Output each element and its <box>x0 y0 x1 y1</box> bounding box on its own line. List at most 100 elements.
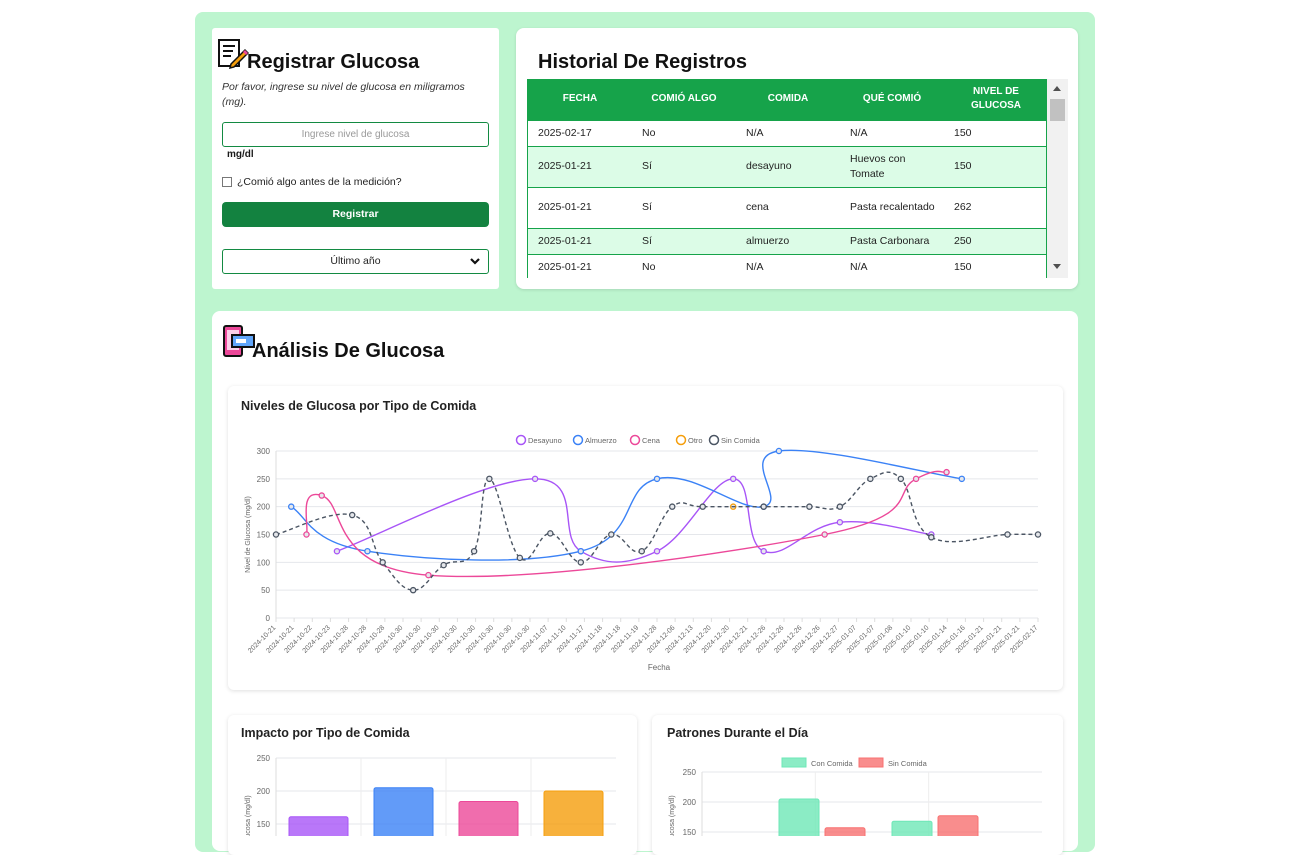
scroll-up-icon[interactable] <box>1053 86 1061 91</box>
data-point <box>303 531 310 538</box>
legend-marker <box>629 434 641 446</box>
y-tick-label: 150 <box>683 828 697 836</box>
table-row: 2025-01-21 Sí cena Pasta recalentado 262 <box>528 186 1046 228</box>
history-scrollbar[interactable] <box>1047 79 1068 278</box>
legend-marker <box>675 434 687 446</box>
data-point <box>638 547 646 555</box>
table-row: 2025-01-21 Sí almuerzo Pasta Carbonara 250 <box>528 227 1046 254</box>
table-cell: N/A <box>736 119 840 146</box>
col-header-fecha: FECHA <box>528 79 632 120</box>
series-line-almuerzo <box>290 449 962 561</box>
table-cell: Sí <box>632 186 736 228</box>
legend-label: Desayuno <box>528 436 562 445</box>
table-cell: 262 <box>944 186 1046 228</box>
col-header-nivel: NIVEL DE GLUCOSA <box>944 79 1046 120</box>
patterns-chart-title: Patrones Durante el Día <box>667 726 809 740</box>
table-cell: Sí <box>632 145 736 187</box>
legend-label: Sin Comida <box>888 759 928 768</box>
data-point <box>653 475 661 483</box>
data-point <box>821 531 828 538</box>
y-tick-label: 250 <box>257 754 271 763</box>
data-point <box>348 511 356 519</box>
data-point <box>806 503 813 510</box>
table-cell: No <box>632 253 736 278</box>
data-point <box>272 531 280 538</box>
data-point <box>912 475 920 483</box>
y-tick-label: 250 <box>683 768 697 777</box>
y-tick-label: 150 <box>257 820 271 829</box>
bar-almuerzo <box>373 787 434 836</box>
register-title: Registrar Glucosa <box>247 51 420 73</box>
legend-marker <box>572 434 584 446</box>
range-select[interactable]: Último año <box>222 249 489 274</box>
history-table-wrap[interactable]: FECHA COMIÓ ALGO COMIDA QUÉ COMIÓ NIVEL … <box>527 79 1047 278</box>
data-point <box>867 475 874 483</box>
series-line-sin-comida <box>275 471 1039 591</box>
table-cell: N/A <box>736 253 840 278</box>
bar-otro <box>543 790 604 836</box>
scroll-thumb[interactable] <box>1050 99 1065 121</box>
legend-label: Sin Comida <box>721 436 761 445</box>
glucose-input[interactable]: Ingrese nivel de glucosa <box>222 122 489 147</box>
unit-label: mg/dl <box>227 149 254 160</box>
y-tick-label: 300 <box>257 447 271 456</box>
col-header-comio: COMIÓ ALGO <box>632 79 736 120</box>
table-cell: Sí <box>632 227 736 254</box>
impact-chart-title: Impacto por Tipo de Comida <box>241 726 410 740</box>
table-row: 2025-01-21 No N/A N/A 150 <box>528 253 1046 278</box>
y-tick-label: 200 <box>257 787 271 796</box>
y-tick-label: 0 <box>266 614 271 623</box>
data-point <box>729 475 737 483</box>
data-point <box>897 475 905 483</box>
register-subtitle: Por favor, ingrese su nivel de glucosa e… <box>222 81 465 108</box>
table-cell: 150 <box>944 253 1046 278</box>
table-cell: 2025-01-21 <box>528 227 632 254</box>
table-cell: No <box>632 119 736 146</box>
range-select-value: Último año <box>330 255 381 267</box>
bar-desayuno <box>288 816 349 836</box>
history-table: FECHA COMIÓ ALGO COMIDA QUÉ COMIÓ NIVEL … <box>528 79 1046 278</box>
table-cell: desayuno <box>736 145 840 187</box>
table-cell: N/A <box>840 253 944 278</box>
table-cell: 150 <box>944 145 1046 187</box>
data-point <box>333 547 341 555</box>
data-point <box>364 547 371 555</box>
memo-pencil-icon <box>217 38 250 75</box>
bar-con-comida <box>891 820 933 836</box>
table-cell: 150 <box>944 119 1046 146</box>
ate-checkbox-row[interactable]: ¿Comió algo antes de la medición? <box>222 176 402 188</box>
data-point <box>531 475 539 483</box>
data-point <box>379 559 386 566</box>
y-tick-label: 100 <box>257 558 271 567</box>
data-point <box>470 547 478 555</box>
data-point <box>775 447 783 455</box>
y-axis-label: Glucosa (mg/dl) <box>669 795 676 836</box>
legend-label: Almuerzo <box>585 436 617 445</box>
analysis-title: Análisis De Glucosa <box>252 340 445 362</box>
data-point <box>425 571 432 579</box>
col-header-que-comio: QUÉ COMIÓ <box>840 79 944 120</box>
data-point <box>577 547 585 555</box>
data-point <box>547 530 554 537</box>
ate-checkbox[interactable] <box>222 177 232 187</box>
data-point <box>287 503 295 510</box>
phone-chart-icon <box>222 325 256 364</box>
data-point <box>516 554 524 562</box>
table-cell: 2025-02-17 <box>528 119 632 146</box>
legend-marker <box>858 757 884 768</box>
data-point <box>928 534 935 541</box>
patterns-bar-chart: 150 200 250 Glucosa (mg/dl) Con Comida Sin Co… <box>669 757 1042 836</box>
y-tick-label: 200 <box>257 503 271 512</box>
table-row: 2025-02-17 No N/A N/A 150 <box>528 119 1046 146</box>
table-cell: 2025-01-21 <box>528 186 632 228</box>
table-cell: Huevos con Tomate <box>840 145 944 187</box>
data-point <box>1034 531 1042 538</box>
y-tick-label: 250 <box>257 475 271 484</box>
scroll-down-icon[interactable] <box>1053 264 1061 269</box>
register-button[interactable]: Registrar <box>222 202 489 227</box>
table-row: 2025-01-21 Sí desayuno Huevos con Tomate 150 <box>528 145 1046 187</box>
line-chart: 0501001502002503002024-10-212024-10-2120… <box>245 434 1042 672</box>
y-axis-label: Nivel de Glucosa (mg/dl) <box>245 496 252 573</box>
y-tick-label: 150 <box>257 531 271 540</box>
data-point <box>653 547 661 555</box>
